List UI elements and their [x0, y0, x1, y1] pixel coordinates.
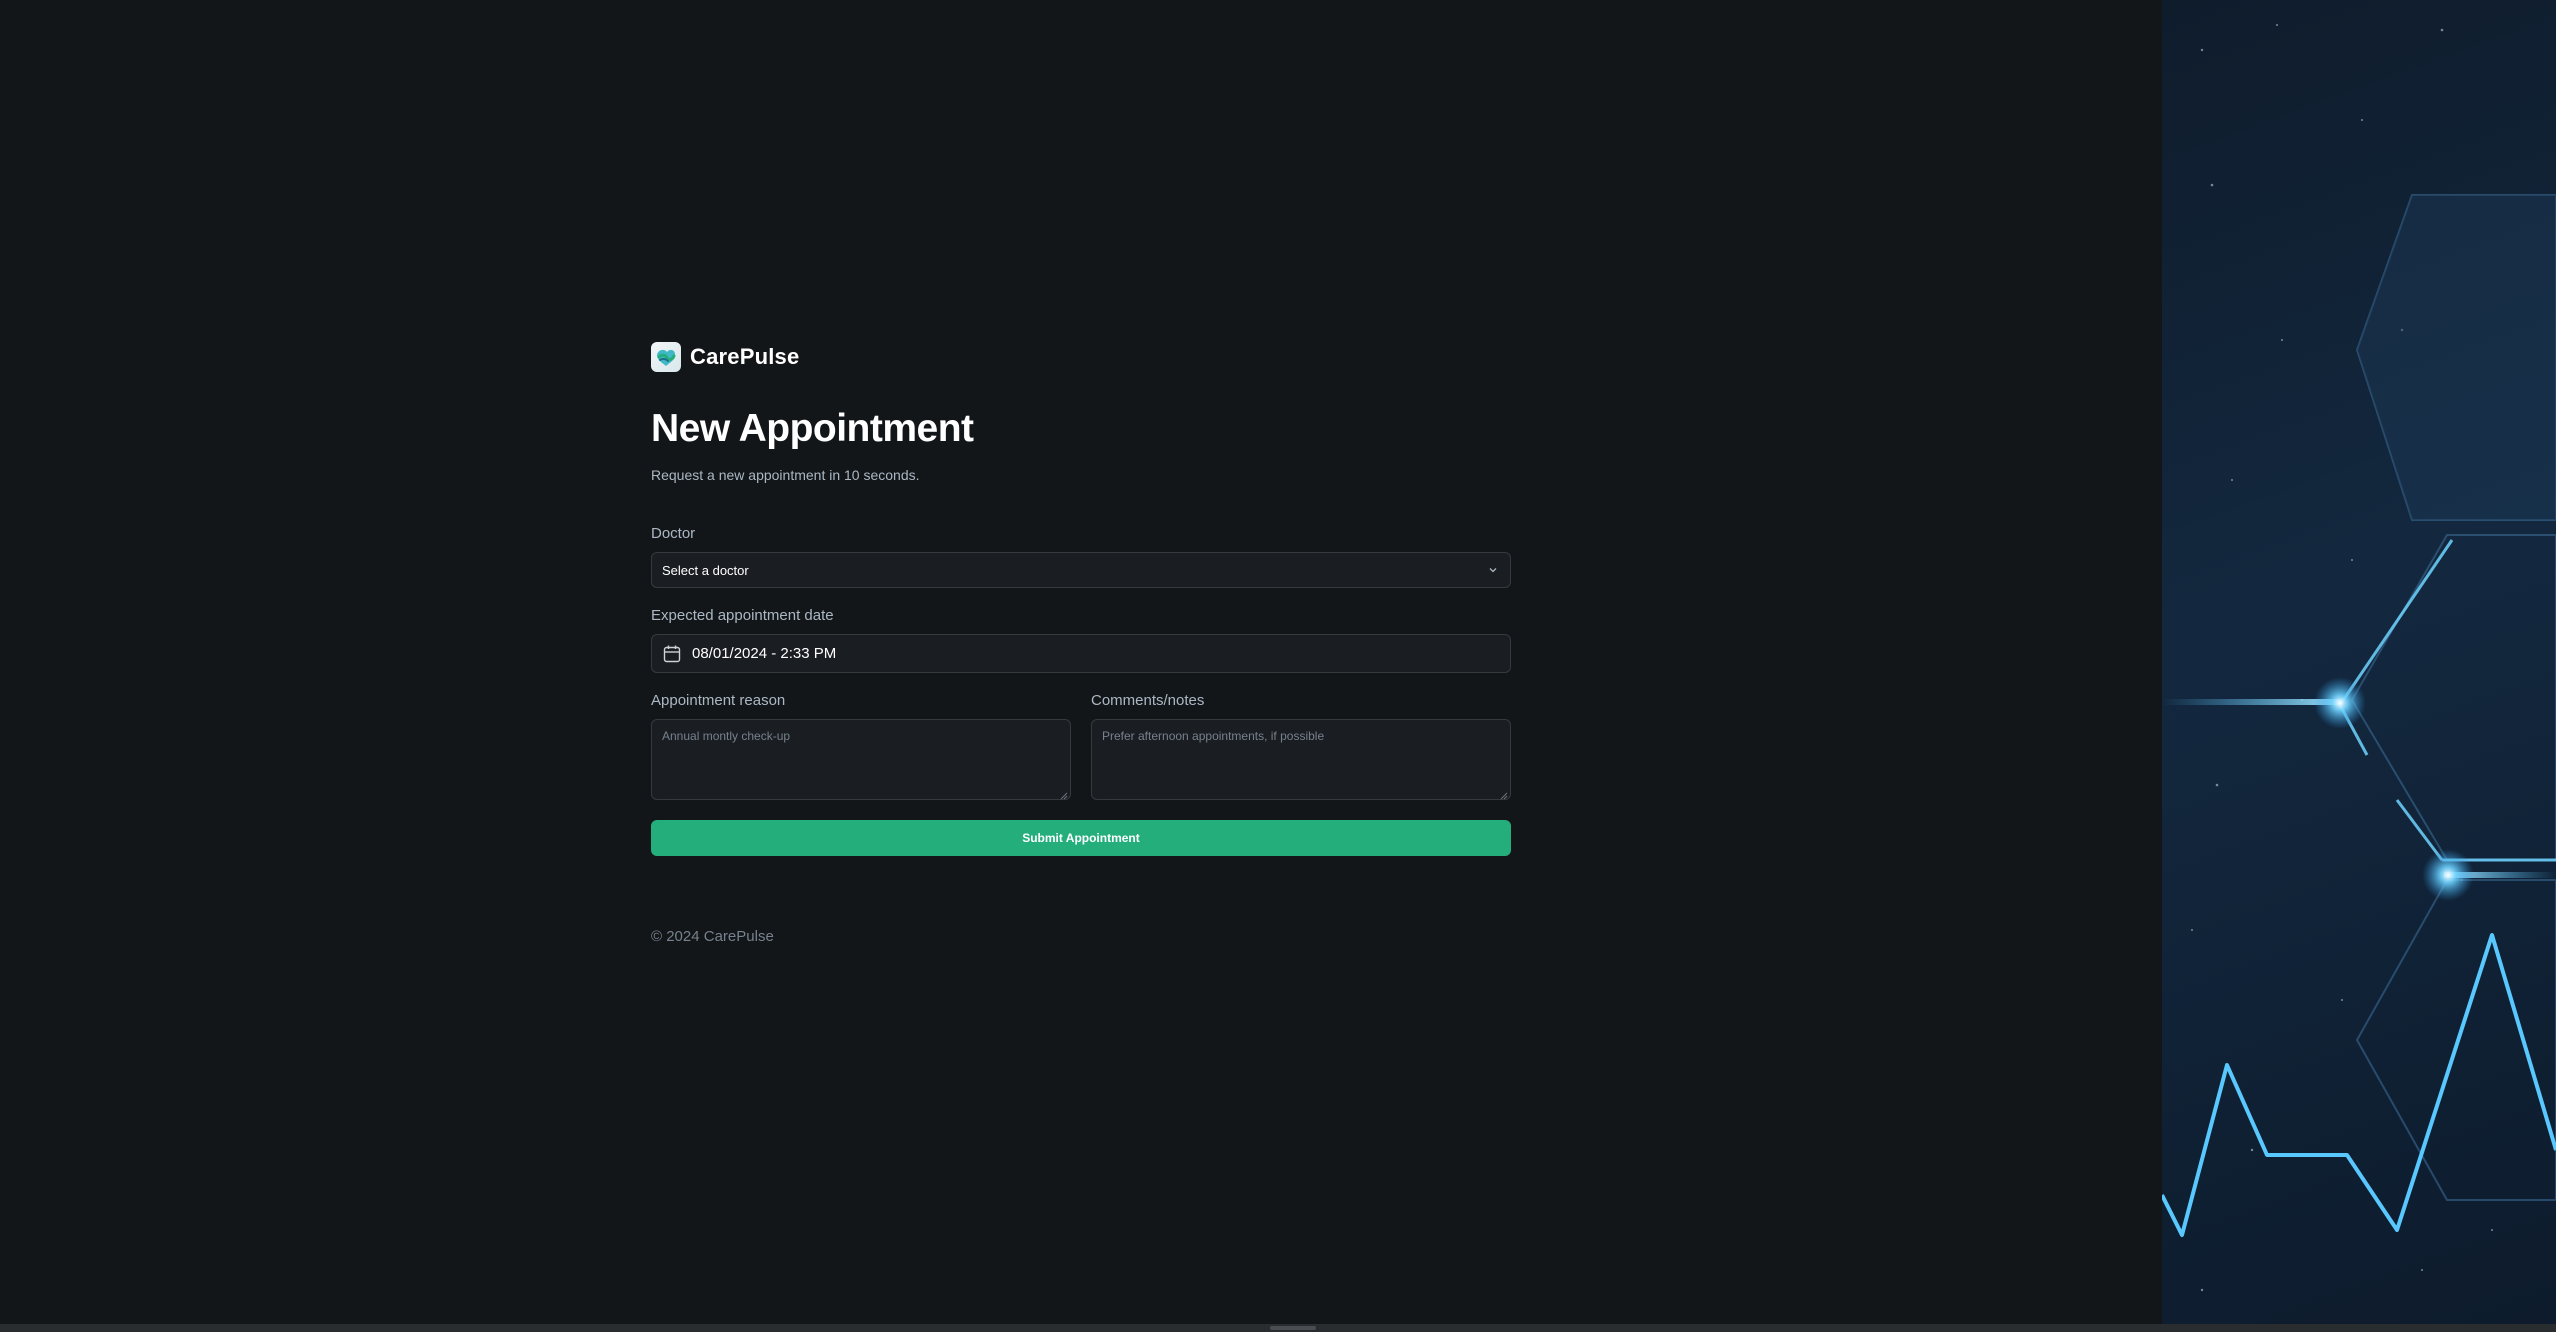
carepulse-logo-icon	[651, 342, 681, 372]
notes-placeholder: Prefer afternoon appointments, if possib…	[1102, 729, 1325, 743]
reason-placeholder: Annual montly check-up	[662, 729, 791, 743]
doctor-label: Doctor	[651, 525, 696, 542]
chevron-down-icon	[1486, 563, 1500, 577]
brand-name: CarePulse	[690, 344, 800, 369]
doctor-select[interactable]: Select a doctor	[651, 552, 1511, 588]
resize-handle[interactable]	[1270, 1326, 1316, 1330]
submit-appointment-button[interactable]: Submit Appointment	[651, 820, 1511, 856]
brand-logo: CarePulse	[651, 341, 1511, 373]
copyright: © 2024 CarePulse	[651, 928, 774, 945]
resize-grip-icon[interactable]	[1500, 789, 1508, 800]
heartbeat-hexagon-illustration	[2162, 24, 2556, 1292]
calendar-icon	[662, 644, 682, 664]
appointment-date-value: 08/01/2024 - 2:33 PM	[692, 645, 837, 662]
reason-textarea[interactable]: Annual montly check-up	[651, 719, 1071, 800]
form-panel: CarePulse New Appointment Request a new …	[0, 0, 2162, 1324]
doctor-select-value: Select a doctor	[662, 562, 749, 578]
reason-label: Appointment reason	[651, 692, 786, 709]
notes-label: Comments/notes	[1091, 692, 1205, 709]
appointment-form: CarePulse New Appointment Request a new …	[651, 341, 1511, 945]
reason-notes-row: Appointment reason Annual montly check-u…	[651, 692, 1511, 800]
resize-grip-icon[interactable]	[1060, 789, 1068, 800]
page: CarePulse New Appointment Request a new …	[0, 0, 2556, 1332]
notes-textarea[interactable]: Prefer afternoon appointments, if possib…	[1091, 719, 1511, 800]
page-title: New Appointment	[651, 407, 974, 450]
date-label: Expected appointment date	[651, 607, 834, 624]
notes-column: Comments/notes Prefer afternoon appointm…	[1091, 692, 1511, 800]
hero-image	[2162, 0, 2556, 1324]
reason-column: Appointment reason Annual montly check-u…	[651, 692, 1071, 800]
window-bottom-bar	[0, 1324, 2556, 1332]
page-subtitle: Request a new appointment in 10 seconds.	[651, 467, 920, 483]
appointment-date-picker[interactable]: 08/01/2024 - 2:33 PM	[651, 634, 1511, 673]
